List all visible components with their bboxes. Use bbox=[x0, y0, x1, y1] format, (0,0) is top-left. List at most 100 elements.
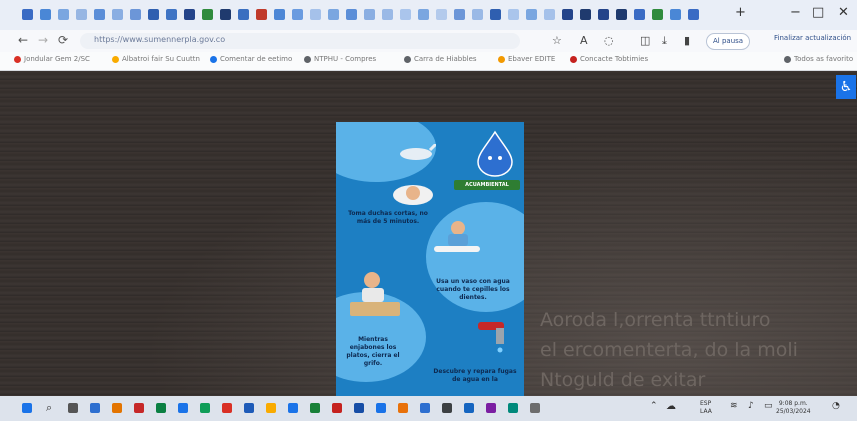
tab-favicon-16[interactable] bbox=[292, 9, 303, 20]
tab-favicon-3[interactable] bbox=[58, 9, 69, 20]
bookmark-item[interactable]: Concacte Tobtimies bbox=[570, 55, 648, 63]
bookmark-item[interactable]: NTPHU - Compres bbox=[304, 55, 376, 63]
taskbar-app-icon[interactable] bbox=[222, 403, 232, 413]
taskbar-app-icon[interactable] bbox=[266, 403, 276, 413]
taskbar-app-icon[interactable] bbox=[134, 403, 144, 413]
forward-icon[interactable]: → bbox=[38, 33, 48, 47]
bookmark-favicon-icon bbox=[498, 55, 505, 63]
taskbar-app-icon[interactable] bbox=[530, 403, 540, 413]
tab-favicon-26[interactable] bbox=[472, 9, 483, 20]
water-saving-poster[interactable]: ACUAMBIENTAL Toma duchas cortas, no más … bbox=[336, 122, 524, 396]
close-icon[interactable]: ✕ bbox=[838, 5, 849, 20]
tab-favicon-38[interactable] bbox=[688, 9, 699, 20]
update-button[interactable]: Finalizar actualización bbox=[774, 34, 851, 42]
tab-favicon-21[interactable] bbox=[382, 9, 393, 20]
tab-favicon-12[interactable] bbox=[220, 9, 231, 20]
tab-favicon-5[interactable] bbox=[94, 9, 105, 20]
bookmark-item[interactable]: Todos as favorito bbox=[784, 55, 853, 63]
url-field[interactable]: https://www.sumennerpla.gov.co bbox=[80, 33, 520, 49]
tab-favicon-32[interactable] bbox=[580, 9, 591, 20]
taskbar-app-icon[interactable] bbox=[156, 403, 166, 413]
bookmark-item[interactable]: Albatroi fair Su Cuuttn bbox=[112, 55, 200, 63]
reload-icon[interactable]: ⟳ bbox=[58, 33, 68, 47]
taskbar-app-icon[interactable] bbox=[310, 403, 320, 413]
back-icon[interactable]: ← bbox=[18, 33, 28, 47]
tab-favicon-14[interactable] bbox=[256, 9, 267, 20]
bookmark-item[interactable]: Carra de Hiabbles bbox=[404, 55, 477, 63]
taskbar-app-icon[interactable] bbox=[398, 403, 408, 413]
taskbar-app-icon[interactable] bbox=[376, 403, 386, 413]
taskbar-app-icon[interactable] bbox=[420, 403, 430, 413]
start-icon[interactable] bbox=[22, 403, 32, 413]
accessibility-icon[interactable]: ♿ bbox=[836, 75, 856, 99]
taskbar-app-icon[interactable] bbox=[112, 403, 122, 413]
tab-favicon-28[interactable] bbox=[508, 9, 519, 20]
tab-favicon-30[interactable] bbox=[544, 9, 555, 20]
volume-icon[interactable]: ♪ bbox=[748, 401, 754, 411]
download-icon[interactable]: ⤓ bbox=[662, 34, 667, 48]
tab-favicon-35[interactable] bbox=[634, 9, 645, 20]
taskbar-app-icon[interactable] bbox=[200, 403, 210, 413]
tab-favicon-8[interactable] bbox=[148, 9, 159, 20]
minimize-icon[interactable]: − bbox=[790, 5, 801, 20]
bookmark-item[interactable]: Ebaver EDITE bbox=[498, 55, 555, 63]
tab-favicon-13[interactable] bbox=[238, 9, 249, 20]
taskbar-app-icon[interactable] bbox=[508, 403, 518, 413]
extensions-icon[interactable]: ◌ bbox=[604, 34, 614, 47]
tab-favicon-17[interactable] bbox=[310, 9, 321, 20]
tab-favicon-22[interactable] bbox=[400, 9, 411, 20]
taskbar-app-icon[interactable] bbox=[244, 403, 254, 413]
tab-favicon-24[interactable] bbox=[436, 9, 447, 20]
taskbar-app-icon[interactable] bbox=[354, 403, 364, 413]
taskbar-app-icon[interactable] bbox=[288, 403, 298, 413]
tab-favicon-6[interactable] bbox=[112, 9, 123, 20]
bookmark-favicon-icon bbox=[404, 55, 411, 63]
tab-favicon-25[interactable] bbox=[454, 9, 465, 20]
taskbar-app-icon[interactable] bbox=[442, 403, 452, 413]
url-text[interactable]: https://www.sumennerpla.gov.co bbox=[94, 35, 225, 44]
bookmark-item[interactable]: Jondular Gem 2/SC bbox=[14, 55, 90, 63]
battery-icon[interactable]: ▭ bbox=[764, 401, 773, 411]
tab-favicon-34[interactable] bbox=[616, 9, 627, 20]
bookmarks-bar: Jondular Gem 2/SC Albatroi fair Su Cuutt… bbox=[0, 52, 857, 71]
chevron-up-icon[interactable]: ⌃ bbox=[650, 401, 658, 411]
tab-favicon-23[interactable] bbox=[418, 9, 429, 20]
tab-favicon-1[interactable] bbox=[22, 9, 33, 20]
notification-icon[interactable]: ◔ bbox=[832, 401, 840, 411]
tab-favicon-31[interactable] bbox=[562, 9, 573, 20]
language-indicator[interactable]: ESP LAA bbox=[700, 400, 712, 416]
tab-favicon-19[interactable] bbox=[346, 9, 357, 20]
collections-icon[interactable]: ▮ bbox=[684, 34, 690, 47]
new-tab-icon[interactable]: + bbox=[735, 5, 746, 20]
tab-favicon-10[interactable] bbox=[184, 9, 195, 20]
taskbar-app-icon[interactable] bbox=[68, 403, 78, 413]
tab-favicon-37[interactable] bbox=[670, 9, 681, 20]
tab-favicon-36[interactable] bbox=[652, 9, 663, 20]
tab-favicon-27[interactable] bbox=[490, 9, 501, 20]
search-icon[interactable]: ⌕ bbox=[46, 401, 52, 415]
taskbar-clock[interactable]: 9:08 p.m. 25/03/2024 bbox=[776, 400, 811, 416]
tab-favicon-2[interactable] bbox=[40, 9, 51, 20]
tab-favicon-4[interactable] bbox=[76, 9, 87, 20]
tab-favicon-20[interactable] bbox=[364, 9, 375, 20]
taskbar-app-icon[interactable] bbox=[90, 403, 100, 413]
taskbar-app-icon[interactable] bbox=[486, 403, 496, 413]
split-screen-icon[interactable]: ◫ bbox=[640, 34, 650, 47]
maximize-icon[interactable]: □ bbox=[812, 5, 824, 20]
profile-button[interactable]: Al pausa bbox=[706, 33, 751, 50]
bookmark-item[interactable]: Comentar de eetimo bbox=[210, 55, 292, 63]
tab-favicon-15[interactable] bbox=[274, 9, 285, 20]
wifi-icon[interactable]: ≋ bbox=[730, 401, 738, 411]
taskbar-app-icon[interactable] bbox=[178, 403, 188, 413]
taskbar-app-icon[interactable] bbox=[332, 403, 342, 413]
tab-favicon-9[interactable] bbox=[166, 9, 177, 20]
taskbar-app-icon[interactable] bbox=[464, 403, 474, 413]
tab-favicon-33[interactable] bbox=[598, 9, 609, 20]
tab-favicon-11[interactable] bbox=[202, 9, 213, 20]
child-brushing-teeth-icon bbox=[434, 221, 480, 252]
star-icon[interactable]: ☆ bbox=[552, 34, 562, 47]
tab-favicon-29[interactable] bbox=[526, 9, 537, 20]
tab-favicon-7[interactable] bbox=[130, 9, 141, 20]
read-aloud-icon[interactable]: A bbox=[580, 34, 588, 47]
tab-favicon-18[interactable] bbox=[328, 9, 339, 20]
